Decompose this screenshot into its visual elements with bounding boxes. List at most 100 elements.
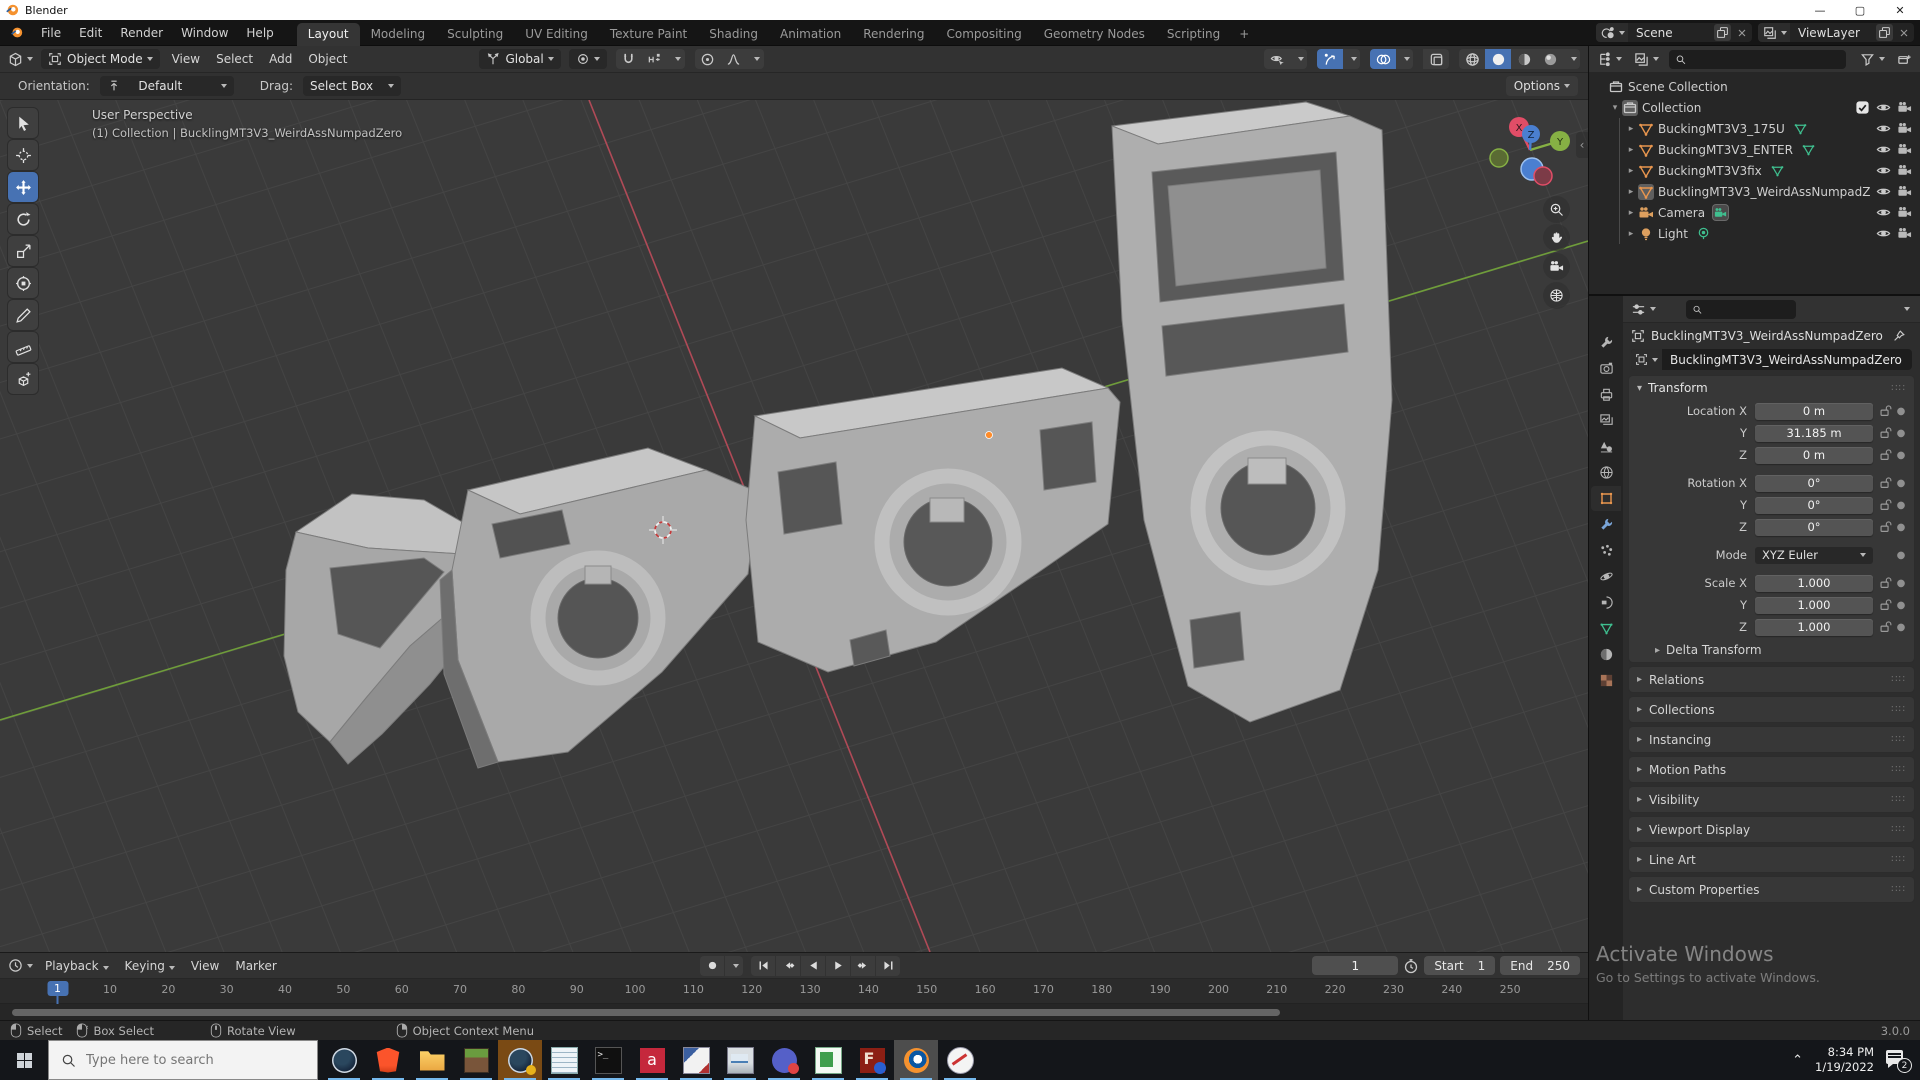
disable-render-camera-icon[interactable] (1897, 100, 1912, 115)
tool-transform[interactable] (8, 268, 38, 298)
outliner-row-object[interactable]: ▸ BuckingMT3V3_ENTER (1589, 139, 1920, 160)
taskbar-app-snipping[interactable] (938, 1040, 982, 1080)
disable-render-camera-icon[interactable] (1897, 226, 1912, 241)
outliner-search[interactable] (1669, 50, 1846, 69)
maximize-button[interactable]: ▢ (1840, 0, 1880, 20)
tool-annotate[interactable] (8, 300, 38, 330)
tab-tool[interactable] (1591, 330, 1621, 355)
blender-menu-icon[interactable] (8, 26, 25, 39)
taskbar-app-system-monitor[interactable] (718, 1040, 762, 1080)
lock-icon[interactable] (1878, 476, 1892, 490)
tab-object[interactable] (1591, 486, 1621, 511)
overlays-dropdown[interactable] (1396, 49, 1413, 69)
outliner-row-object[interactable]: ▸ BuckingMT3V3_175U (1589, 118, 1920, 139)
xray-toggle[interactable] (1423, 49, 1449, 69)
object-visibility-button[interactable] (1264, 49, 1290, 69)
location-z-field[interactable]: 0 m (1755, 447, 1873, 464)
tool-scale[interactable] (8, 236, 38, 266)
timeline-scrollbar[interactable] (12, 1009, 1280, 1016)
menu-add[interactable]: Add (261, 52, 300, 66)
properties-search-input[interactable] (1707, 302, 1790, 316)
menu-help[interactable]: Help (237, 20, 282, 46)
gizmos-toggle[interactable] (1317, 49, 1343, 69)
play-reverse-button[interactable] (801, 956, 825, 976)
auto-keying-dropdown[interactable] (725, 956, 743, 976)
tab-compositing[interactable]: Compositing (935, 23, 1032, 46)
outliner-search-input[interactable] (1691, 52, 1840, 66)
tab-texture[interactable] (1591, 668, 1621, 693)
tab-material[interactable] (1591, 642, 1621, 667)
playback-menu[interactable]: Playback (37, 959, 117, 973)
taskbar-app-explorer[interactable] (410, 1040, 454, 1080)
jump-to-start-button[interactable] (751, 956, 775, 976)
tab-sculpting[interactable]: Sculpting (436, 23, 514, 46)
lock-icon[interactable] (1878, 620, 1892, 634)
transform-orientation-dropdown[interactable]: Global (479, 49, 560, 69)
menu-render[interactable]: Render (111, 20, 172, 46)
disable-render-camera-icon[interactable] (1897, 205, 1912, 220)
taskbar-app-notepad[interactable] (542, 1040, 586, 1080)
keying-menu[interactable]: Keying (117, 959, 183, 973)
tab-constraints[interactable] (1591, 590, 1621, 615)
delta-transform-section[interactable]: ▸ Delta Transform (1629, 638, 1914, 662)
timeline-scroll-track[interactable] (0, 1004, 1588, 1020)
menu-view[interactable]: View (164, 52, 208, 66)
taskbar-app-discord[interactable] (762, 1040, 806, 1080)
menu-edit[interactable]: Edit (70, 20, 111, 46)
tab-texture-paint[interactable]: Texture Paint (599, 23, 698, 46)
next-keyframe-button[interactable] (851, 956, 875, 976)
menu-window[interactable]: Window (172, 20, 237, 46)
taskbar-search[interactable] (48, 1040, 318, 1080)
snap-dropdown[interactable] (668, 49, 685, 69)
tool-select-box[interactable] (8, 108, 38, 138)
marker-menu[interactable]: Marker (227, 959, 284, 973)
scene-name[interactable]: Scene (1628, 26, 1714, 40)
frame-start-field[interactable]: Start 1 (1424, 956, 1495, 975)
timeline-editor-type-button[interactable] (0, 958, 37, 973)
outliner-row-object[interactable]: ▸ BuckingMT3V3fix (1589, 160, 1920, 181)
hide-eye-icon[interactable] (1876, 184, 1891, 199)
outliner-filter-button[interactable] (1852, 52, 1889, 67)
collection-expand-icon[interactable]: ▾ (1609, 103, 1621, 113)
lock-icon[interactable] (1878, 520, 1892, 534)
scale-x-field[interactable]: 1.000 (1755, 575, 1873, 592)
section-motion-paths[interactable]: ▸Motion Paths∷∷ (1629, 757, 1914, 782)
camera-view-button[interactable] (1543, 253, 1570, 280)
taskbar-app-minecraft[interactable] (454, 1040, 498, 1080)
disable-render-camera-icon[interactable] (1897, 163, 1912, 178)
rotation-z-field[interactable]: 0° (1755, 519, 1873, 536)
tool-add-cube[interactable] (8, 364, 38, 394)
tab-geometry-nodes[interactable]: Geometry Nodes (1033, 23, 1156, 46)
properties-editor-type-button[interactable] (1623, 302, 1660, 317)
object-name-field[interactable]: BucklingMT3V3_WeirdAssNumpadZero (1631, 349, 1912, 370)
rotation-y-field[interactable]: 0° (1755, 497, 1873, 514)
tab-view-layer[interactable] (1591, 408, 1621, 433)
object-visibility-dropdown[interactable] (1290, 49, 1307, 69)
lock-icon[interactable] (1878, 448, 1892, 462)
jump-to-end-button[interactable] (876, 956, 900, 976)
frame-end-field[interactable]: End 250 (1500, 956, 1580, 975)
proportional-dropdown[interactable] (747, 49, 764, 69)
scene-unlink-button[interactable] (1733, 24, 1750, 41)
orientation-setting-dropdown[interactable]: Default (100, 76, 234, 96)
proportional-falloff-button[interactable] (721, 49, 747, 69)
taskbar-app-flash-tool[interactable] (850, 1040, 894, 1080)
taskbar-app-terminal[interactable] (586, 1040, 630, 1080)
shading-dropdown[interactable] (1563, 49, 1580, 69)
hide-eye-icon[interactable] (1876, 142, 1891, 157)
viewlayer-remove-button[interactable] (1895, 24, 1912, 41)
tab-world[interactable] (1591, 460, 1621, 485)
shading-solid-button[interactable] (1485, 49, 1511, 69)
editor-type-button[interactable] (0, 52, 37, 67)
hide-eye-icon[interactable] (1876, 226, 1891, 241)
perspective-toggle-button[interactable] (1543, 282, 1570, 309)
outliner-row-scene-collection[interactable]: Scene Collection (1589, 76, 1920, 97)
tab-output[interactable] (1591, 382, 1621, 407)
tray-expand-icon[interactable]: ⌃ (1792, 1053, 1803, 1068)
section-custom-properties[interactable]: ▸Custom Properties∷∷ (1629, 877, 1914, 902)
menu-object[interactable]: Object (300, 52, 355, 66)
outliner-editor-type-button[interactable] (1589, 52, 1626, 67)
zoom-view-button[interactable] (1543, 196, 1570, 223)
taskbar-app-amd[interactable] (630, 1040, 674, 1080)
tab-layout[interactable]: Layout (297, 23, 360, 46)
